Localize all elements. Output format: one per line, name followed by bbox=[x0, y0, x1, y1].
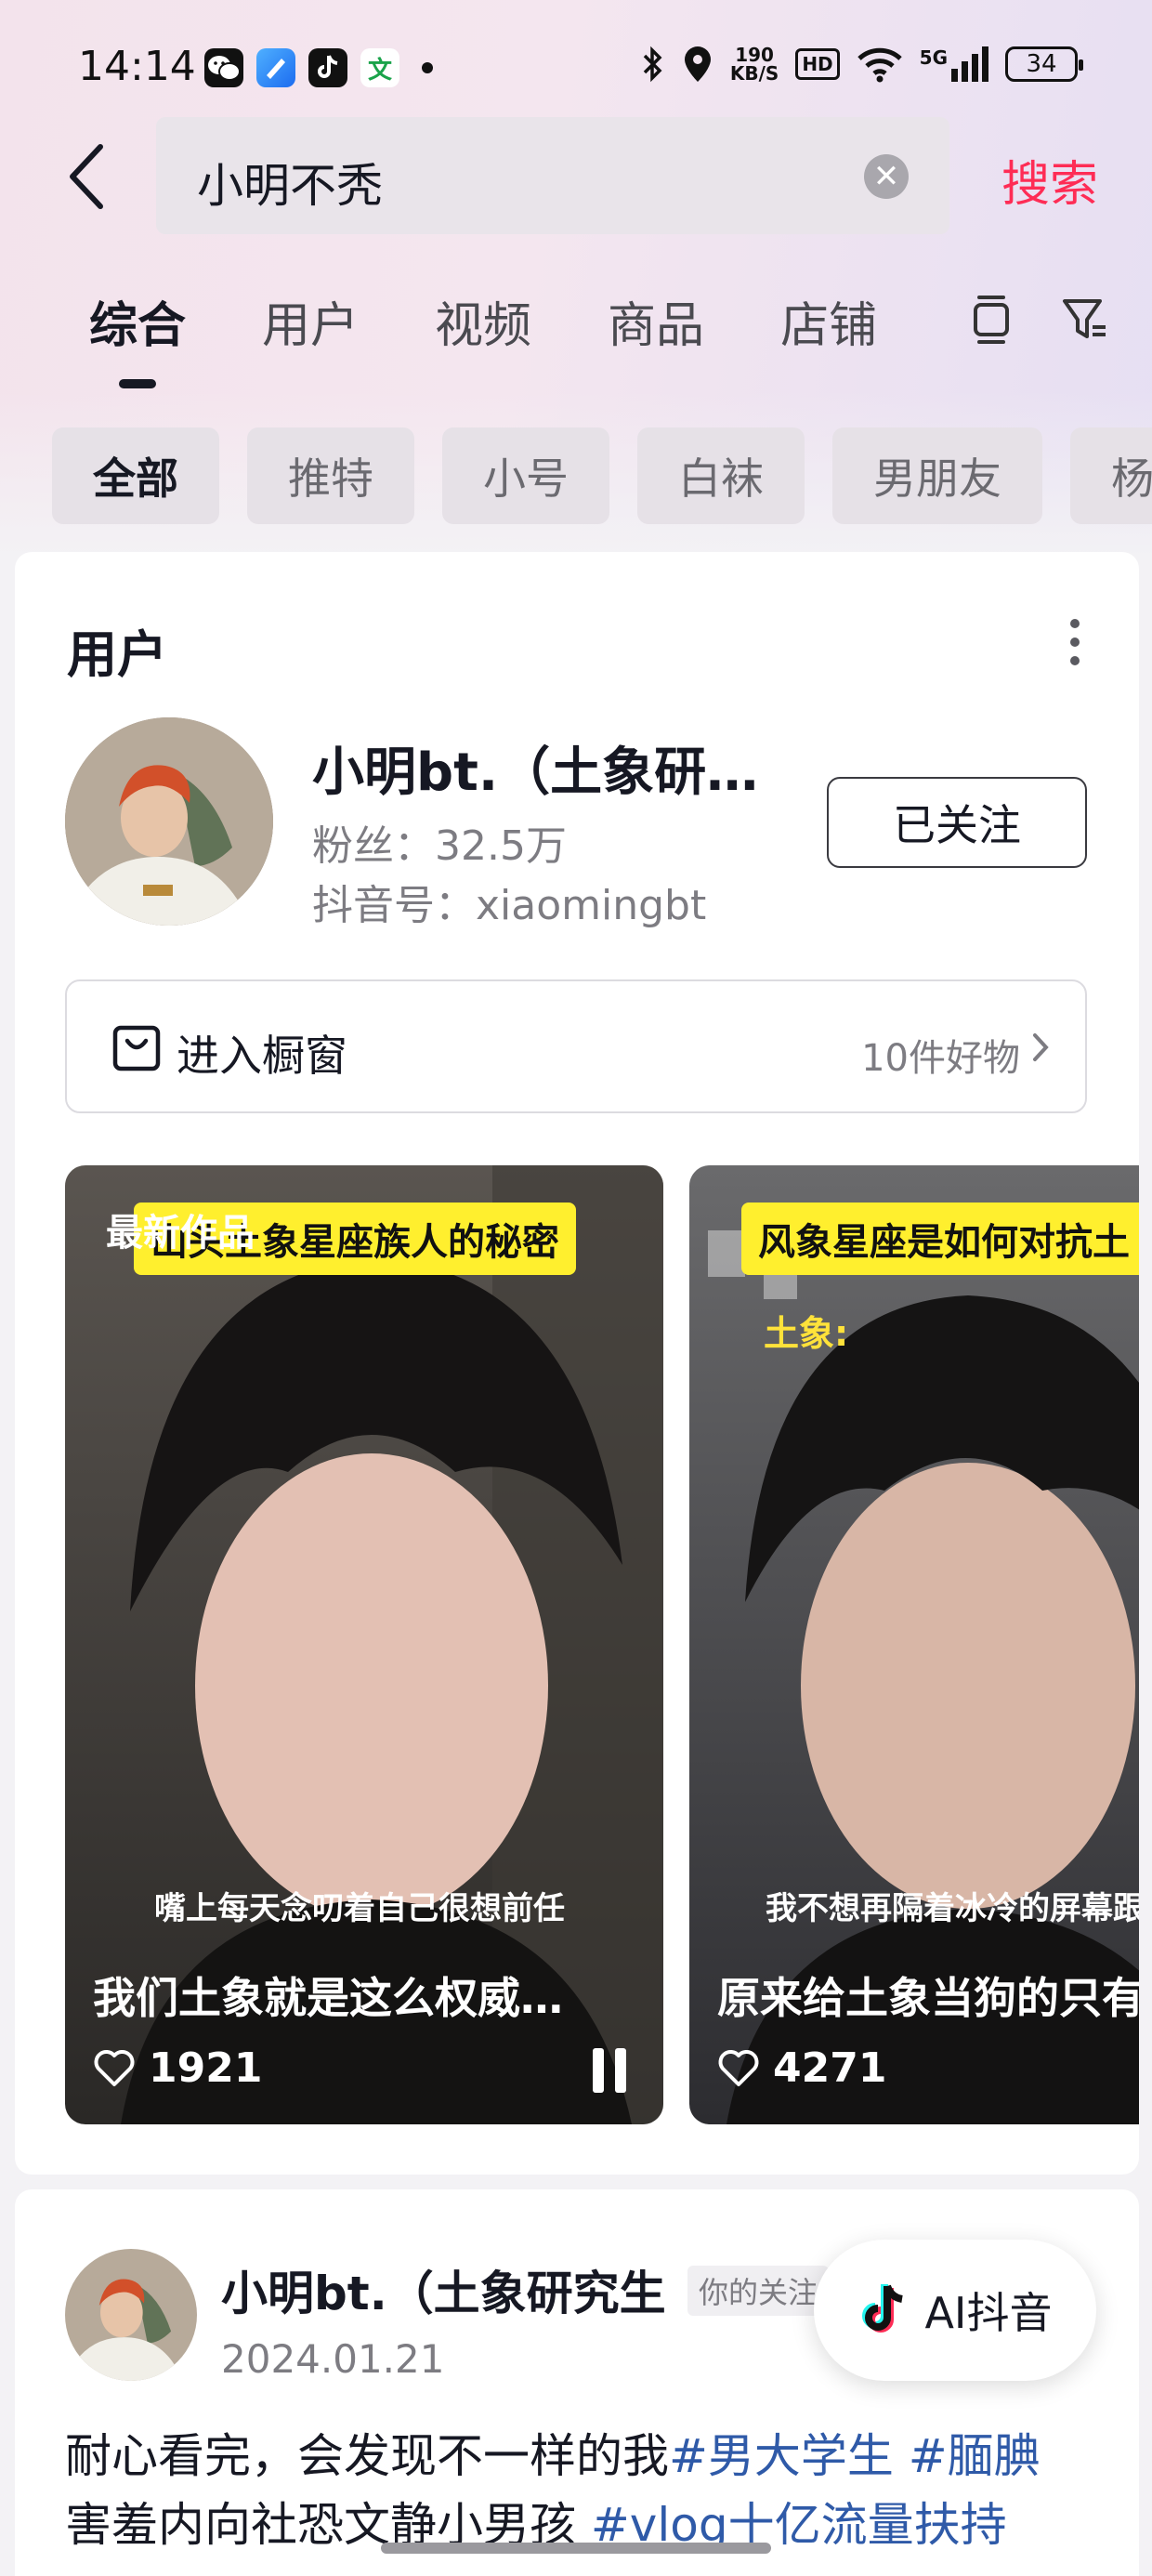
latest-badge: 最新作品 bbox=[106, 1212, 255, 1255]
chip-all[interactable]: 全部 bbox=[52, 427, 219, 524]
app-blue-icon bbox=[256, 48, 295, 87]
shop-count: 10件好物 bbox=[861, 1037, 1020, 1080]
result-tabs: 综合 用户 视频 商品 店铺 bbox=[89, 286, 953, 388]
location-icon bbox=[684, 46, 711, 82]
wifi-icon bbox=[857, 47, 902, 83]
tab-all[interactable]: 综合 bbox=[89, 286, 186, 388]
section-title: 用户 bbox=[67, 625, 167, 684]
tab-videos[interactable]: 视频 bbox=[435, 286, 531, 356]
video-card[interactable]: 风象星座是如何对抗土 土象: 我不想再隔着冰冷的屏幕跟你讲 原来给土象当狗的只有… bbox=[689, 1165, 1139, 2124]
video-banner: 风象星座是如何对抗土 bbox=[741, 1203, 1139, 1275]
chip-twitter[interactable]: 推特 bbox=[247, 427, 414, 524]
post-text[interactable]: 耐心看完，会发现不一样的我#男大学生 #腼腆 害羞内向社恐文静小男孩 #vlog… bbox=[65, 2422, 1133, 2559]
user-fans: 粉丝：32.5万 bbox=[312, 822, 567, 870]
tab-products[interactable]: 商品 bbox=[608, 286, 704, 356]
search-button[interactable]: 搜索 bbox=[1001, 145, 1098, 215]
wechat-icon bbox=[204, 48, 243, 87]
notification-icons: 文 bbox=[204, 48, 433, 87]
video-caption: 我们土象就是这么权威… bbox=[93, 1973, 563, 2023]
chip-white-socks[interactable]: 白袜 bbox=[637, 427, 805, 524]
user-douyin-id: 抖音号：xiaomingbt bbox=[312, 882, 707, 929]
ai-douyin-button[interactable]: AI抖音 bbox=[814, 2240, 1096, 2381]
post-hashtags[interactable]: #男大学生 #腼腆 bbox=[669, 2429, 1041, 2483]
heart-icon bbox=[718, 2049, 759, 2086]
user-name[interactable]: 小明bt.（土象研… bbox=[312, 730, 777, 806]
douyin-logo-icon bbox=[862, 2284, 904, 2333]
shop-label: 进入橱窗 bbox=[177, 1031, 347, 1081]
chevron-left-icon bbox=[70, 144, 103, 209]
network-speed: 190 KB/S bbox=[729, 44, 779, 85]
clear-search-icon[interactable]: ✕ bbox=[864, 154, 909, 199]
search-input[interactable]: 小明不秃 ✕ bbox=[156, 117, 949, 234]
post-date: 2024.01.21 bbox=[221, 2336, 445, 2382]
search-query: 小明不秃 bbox=[197, 159, 383, 213]
chevron-right-icon bbox=[1033, 1033, 1049, 1061]
filter-icon[interactable] bbox=[1061, 292, 1109, 348]
chip-yang[interactable]: 杨 bbox=[1070, 427, 1152, 524]
status-time: 14:14 bbox=[78, 43, 196, 90]
chip-alt-account[interactable]: 小号 bbox=[442, 427, 609, 524]
pause-icon[interactable] bbox=[589, 2046, 630, 2095]
bluetooth-icon bbox=[643, 46, 662, 83]
user-result-card: 用户 小明bt.（土象研… 粉丝：32.5万 抖音号：xiaomingbt 已关… bbox=[15, 552, 1139, 2175]
post-avatar[interactable] bbox=[65, 2249, 197, 2381]
back-button[interactable] bbox=[63, 139, 110, 214]
shopping-bag-icon bbox=[112, 1025, 161, 1071]
more-options-icon[interactable] bbox=[1070, 619, 1081, 675]
video-subtitle: 我不想再隔着冰冷的屏幕跟你讲 bbox=[766, 1890, 1139, 1927]
battery-indicator: 34 bbox=[1005, 46, 1083, 82]
wenku-icon: 文 bbox=[360, 48, 399, 87]
video-overlay-text: 土象: bbox=[764, 1313, 849, 1354]
post-author[interactable]: 小明bt.（土象研究生 bbox=[221, 2256, 666, 2323]
shop-window-entry[interactable]: 进入橱窗 10件好物 bbox=[65, 979, 1087, 1113]
tab-users[interactable]: 用户 bbox=[262, 286, 359, 356]
video-card[interactable]: 山头土象星座族人的秘密 最新作品 嘴上每天念叨着自己很想前任 我们土象就是这么权… bbox=[65, 1165, 663, 2124]
status-right: 190 KB/S HD 5G 34 bbox=[641, 44, 1083, 85]
following-tag: 你的关注 bbox=[687, 2266, 830, 2316]
cell-signal-icon: 5G bbox=[920, 46, 988, 82]
douyin-icon bbox=[308, 48, 347, 87]
chip-boyfriend[interactable]: 男朋友 bbox=[832, 427, 1042, 524]
filter-chips: 全部 推特 小号 白袜 男朋友 杨 bbox=[52, 427, 1152, 524]
layout-toggle-icon[interactable] bbox=[970, 292, 1013, 348]
video-subtitle: 嘴上每天念叨着自己很想前任 bbox=[154, 1890, 565, 1927]
tab-shops[interactable]: 店铺 bbox=[780, 286, 877, 356]
video-likes: 4271 bbox=[717, 2044, 886, 2092]
following-button[interactable]: 已关注 bbox=[827, 777, 1087, 868]
heart-icon bbox=[94, 2049, 135, 2086]
home-indicator[interactable] bbox=[381, 2543, 771, 2554]
video-likes: 1921 bbox=[93, 2044, 262, 2092]
avatar[interactable] bbox=[65, 717, 273, 926]
video-caption: 原来给土象当狗的只有 bbox=[717, 1973, 1139, 2023]
more-notifications-dot bbox=[422, 62, 433, 73]
hd-badge: HD bbox=[795, 48, 840, 80]
